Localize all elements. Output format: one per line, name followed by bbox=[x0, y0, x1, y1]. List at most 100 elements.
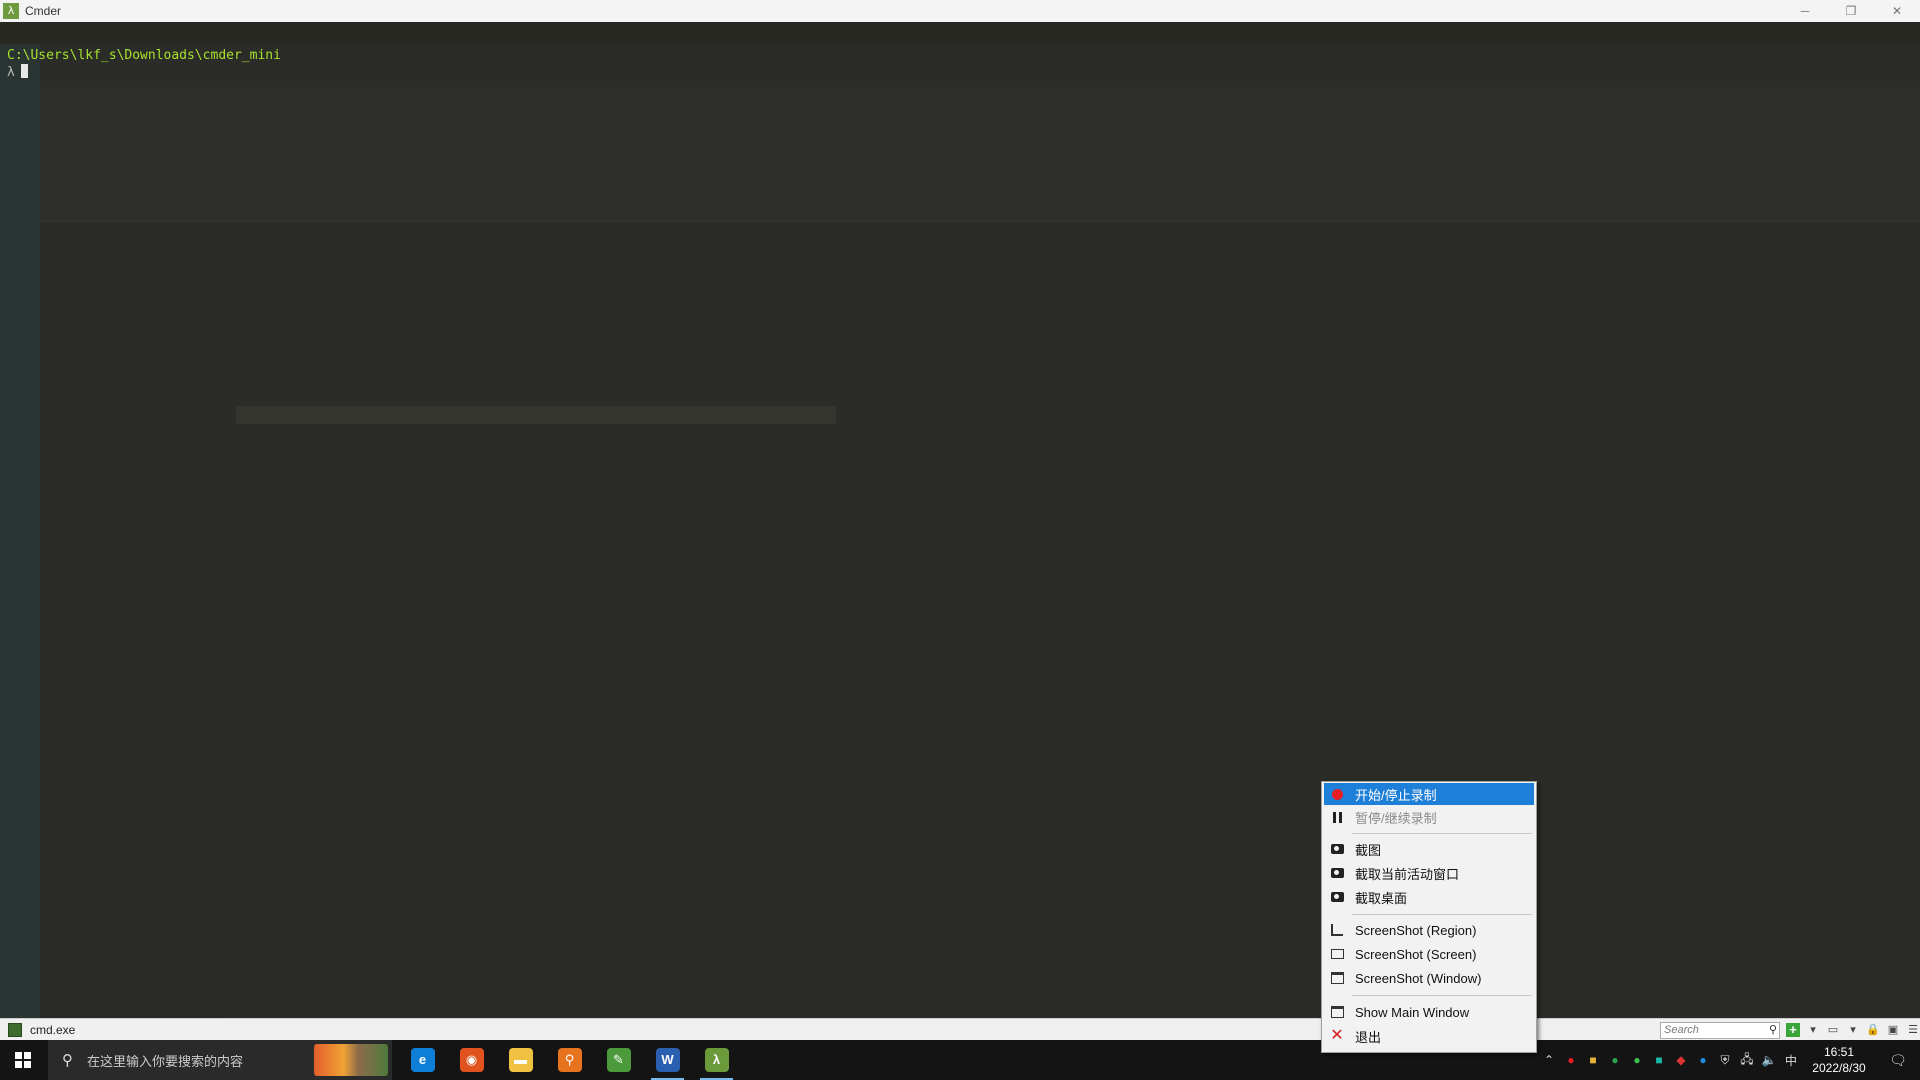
lock-icon[interactable]: 🔒 bbox=[1866, 1023, 1880, 1037]
menu-item-pause-resume-recording[interactable]: 暂停/继续录制 bbox=[1324, 806, 1534, 828]
edge-tray-icon[interactable]: ● bbox=[1692, 1053, 1714, 1067]
menu-item-screenshot-screen[interactable]: ScreenShot (Screen) bbox=[1324, 943, 1534, 965]
tray-context-menu: 开始/停止录制 暂停/继续录制 截图 截取当前活动窗口 截取桌面 ScreenS… bbox=[1321, 781, 1537, 1053]
start-button[interactable] bbox=[0, 1040, 46, 1080]
taskbar-app-button[interactable]: ⚲ bbox=[545, 1040, 594, 1080]
split-view-icon[interactable]: ▭ bbox=[1826, 1023, 1840, 1037]
close-red-icon: ✕ bbox=[1330, 1027, 1344, 1044]
notification-center-icon[interactable]: 🗨 bbox=[1876, 1040, 1920, 1080]
minimize-button[interactable]: ─ bbox=[1782, 0, 1828, 22]
taskbar-app-button[interactable]: ▬ bbox=[496, 1040, 545, 1080]
restore-button[interactable]: ❐ bbox=[1828, 0, 1874, 22]
menu-item-show-main-window[interactable]: Show Main Window bbox=[1324, 1001, 1534, 1023]
green-tray-icon[interactable]: ● bbox=[1604, 1053, 1626, 1067]
console-area[interactable] bbox=[0, 22, 1920, 1042]
volume-icon[interactable]: 🔈 bbox=[1758, 1053, 1780, 1067]
clock[interactable]: 16:51 2022/8/30 bbox=[1802, 1044, 1876, 1076]
taskbar: ⚲ 在这里输入你要搜索的内容 e ◉ ▬ ⚲ ✎ Wλ ⌃ ● ■ ● ● ■ ◆ ● ⛨… bbox=[0, 1040, 1920, 1080]
taskbar-app-button[interactable]: ◉ bbox=[447, 1040, 496, 1080]
menu-item-label: 退出 bbox=[1355, 1029, 1382, 1045]
red-tray-icon[interactable]: ◆ bbox=[1670, 1053, 1692, 1067]
menu-separator bbox=[1352, 914, 1532, 915]
taskbar-apps: e ◉ ▬ ⚲ ✎ Wλ bbox=[398, 1040, 741, 1080]
cmder-icon: λ bbox=[704, 1048, 729, 1072]
prompt-symbol: λ bbox=[7, 65, 15, 80]
dropdown-arrow-icon[interactable]: ▾ bbox=[1806, 1023, 1820, 1037]
menu-item-label: 暂停/继续录制 bbox=[1355, 810, 1437, 826]
recorder-tray-icon[interactable]: ● bbox=[1560, 1053, 1582, 1067]
taskbar-app-button[interactable]: λ bbox=[692, 1040, 741, 1080]
menu-item-label: 截取桌面 bbox=[1355, 890, 1408, 906]
menu-item-label: ScreenShot (Region) bbox=[1355, 922, 1477, 938]
text-cursor bbox=[20, 64, 28, 78]
shield-icon[interactable]: ⛨ bbox=[1714, 1053, 1736, 1068]
menu-item-exit[interactable]: ✕ 退出 bbox=[1324, 1025, 1534, 1047]
console-tab-label: cmd.exe bbox=[30, 1023, 76, 1037]
explorer-selection-ghost bbox=[236, 406, 836, 424]
close-button[interactable]: ✕ bbox=[1874, 0, 1920, 22]
camera-icon bbox=[1329, 865, 1345, 881]
menu-item-label: 截图 bbox=[1355, 842, 1382, 858]
status-bar: cmd.exe Search ⚲ + ▾ ▭ ▾ 🔒 ▣ ☰ bbox=[0, 1018, 1920, 1040]
console-prompt[interactable]: λ bbox=[7, 64, 28, 81]
console-search-input[interactable]: Search ⚲ bbox=[1660, 1021, 1780, 1039]
cmder-logo-icon: λ bbox=[3, 3, 19, 19]
record-icon bbox=[1329, 786, 1345, 802]
console-path-line: C:\Users\lkf_s\Downloads\cmder_mini bbox=[7, 48, 281, 63]
camera-icon bbox=[1329, 841, 1345, 857]
menu-item-capture-desktop[interactable]: 截取桌面 bbox=[1324, 886, 1534, 908]
cmder-window: λ Cmder ─ ❐ ✕ C:\Users\lkf_s\Downloads\c… bbox=[0, 0, 1920, 1080]
menu-item-screenshot-window[interactable]: ScreenShot (Window) bbox=[1324, 967, 1534, 989]
teal-tray-icon[interactable]: ■ bbox=[1648, 1053, 1670, 1067]
menu-item-start-stop-recording[interactable]: 开始/停止录制 bbox=[1324, 783, 1534, 805]
ubuntu-icon: ◉ bbox=[459, 1048, 484, 1072]
window-icon bbox=[1329, 1004, 1345, 1020]
dropdown-arrow-icon[interactable]: ▾ bbox=[1846, 1023, 1860, 1037]
panel-icon[interactable]: ▣ bbox=[1886, 1023, 1900, 1037]
taskbar-search-box[interactable]: ⚲ 在这里输入你要搜索的内容 bbox=[48, 1040, 392, 1080]
windows-logo-icon bbox=[15, 1052, 31, 1068]
menu-item-label: ScreenShot (Window) bbox=[1355, 970, 1482, 986]
title-bar[interactable]: λ Cmder ─ ❐ ✕ bbox=[0, 0, 1920, 22]
monitor-icon bbox=[1329, 946, 1345, 962]
menu-item-screenshot[interactable]: 截图 bbox=[1324, 838, 1534, 860]
console-tab[interactable]: cmd.exe bbox=[8, 1021, 75, 1039]
notepad-icon: ✎ bbox=[606, 1048, 631, 1072]
taskbar-app-button[interactable]: ✎ bbox=[594, 1040, 643, 1080]
network-icon[interactable]: 🖧 bbox=[1736, 1050, 1758, 1071]
pause-icon bbox=[1329, 809, 1345, 825]
crop-icon bbox=[1329, 922, 1345, 938]
system-tray: ⌃ ● ■ ● ● ■ ◆ ● ⛨ 🖧 🔈 中 16:51 2022/8/30 … bbox=[1538, 1040, 1920, 1080]
menu-item-label: 截取当前活动窗口 bbox=[1355, 866, 1460, 882]
search-icon: ⚲ bbox=[62, 1052, 73, 1069]
window-title: Cmder bbox=[25, 4, 62, 18]
menu-item-capture-active-window[interactable]: 截取当前活动窗口 bbox=[1324, 862, 1534, 884]
menu-icon[interactable]: ☰ bbox=[1906, 1023, 1920, 1037]
taskbar-app-button[interactable]: e bbox=[398, 1040, 447, 1080]
ime-indicator[interactable]: 中 bbox=[1780, 1052, 1802, 1069]
menu-item-label: Show Main Window bbox=[1355, 1004, 1470, 1020]
menu-separator bbox=[1352, 833, 1532, 834]
search-placeholder: Search bbox=[1664, 1023, 1699, 1036]
wechat-icon[interactable]: ● bbox=[1626, 1053, 1648, 1067]
menu-item-label: ScreenShot (Screen) bbox=[1355, 946, 1477, 962]
show-hidden-icons-icon[interactable]: ⌃ bbox=[1538, 1053, 1560, 1067]
menu-item-screenshot-region[interactable]: ScreenShot (Region) bbox=[1324, 919, 1534, 941]
search-tool-icon: ⚲ bbox=[557, 1048, 582, 1072]
camera-icon bbox=[1329, 889, 1345, 905]
explorer-nav-ghost bbox=[40, 222, 220, 1042]
cmd-tab-icon bbox=[8, 1023, 22, 1037]
taskbar-app-button[interactable]: W bbox=[643, 1040, 692, 1080]
word-icon: W bbox=[655, 1048, 680, 1072]
file-explorer-icon: ▬ bbox=[508, 1048, 533, 1072]
search-icon[interactable]: ⚲ bbox=[1769, 1023, 1777, 1038]
clock-date: 2022/8/30 bbox=[1812, 1061, 1866, 1075]
colored-tray-icon[interactable]: ■ bbox=[1582, 1053, 1604, 1067]
menu-separator bbox=[1352, 995, 1532, 996]
desktop-ghost bbox=[0, 44, 40, 1034]
window-icon bbox=[1329, 970, 1345, 986]
new-console-icon[interactable]: + bbox=[1786, 1023, 1800, 1037]
explorer-ribbon-ghost bbox=[40, 82, 1920, 222]
clock-time: 16:51 bbox=[1823, 1045, 1855, 1059]
menu-item-label: 开始/停止录制 bbox=[1355, 787, 1437, 803]
